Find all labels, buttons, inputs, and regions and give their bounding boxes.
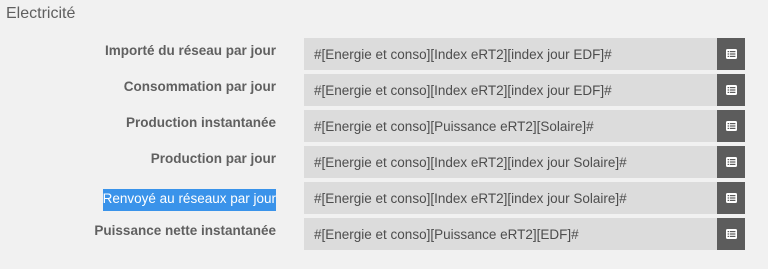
list-icon: [725, 229, 737, 239]
command-field[interactable]: [304, 218, 717, 250]
command-input[interactable]: [304, 110, 717, 142]
list-icon: [725, 157, 737, 167]
form-row-instant-production: Production instantanée: [0, 108, 768, 142]
list-icon: [725, 85, 737, 95]
list-icon: [725, 121, 737, 131]
form-row-production-per-day: Production par jour: [0, 144, 768, 178]
form-rows: Importé du réseau par jour Consommation …: [0, 36, 768, 252]
field-label: Production instantanée: [125, 115, 276, 130]
command-field[interactable]: [304, 110, 717, 142]
field-label: Consommation par jour: [123, 79, 276, 94]
command-input[interactable]: [304, 182, 717, 214]
select-command-button[interactable]: [717, 110, 745, 142]
select-command-button[interactable]: [717, 74, 745, 106]
field-label: Puissance nette instantanée: [94, 223, 276, 238]
command-field[interactable]: [304, 182, 717, 214]
select-command-button[interactable]: [717, 182, 745, 214]
command-input[interactable]: [304, 146, 717, 178]
field-label-selected: Renvoyé au réseaux par jour: [102, 189, 276, 211]
select-command-button[interactable]: [717, 146, 745, 178]
command-field[interactable]: [304, 38, 717, 70]
section-title: Electricité: [6, 5, 76, 22]
command-input[interactable]: [304, 38, 717, 70]
electricity-settings-panel: Electricité Importé du réseau par jour #…: [0, 0, 768, 269]
form-row-imported-per-day: Importé du réseau par jour: [0, 36, 768, 70]
command-input[interactable]: [304, 218, 717, 250]
list-icon: [725, 193, 737, 203]
select-command-button[interactable]: [717, 218, 745, 250]
form-row-net-instant-power: Puissance nette instantanée: [0, 216, 768, 250]
select-command-button[interactable]: [717, 38, 745, 70]
form-row-consumption-per-day: Consommation par jour: [0, 72, 768, 106]
command-field[interactable]: [304, 146, 717, 178]
command-field[interactable]: [304, 74, 717, 106]
field-label: Importé du réseau par jour: [104, 43, 276, 58]
command-input[interactable]: [304, 74, 717, 106]
list-icon: [725, 49, 737, 59]
field-label: Production par jour: [150, 151, 276, 166]
form-row-returned-to-grid-per-day: Renvoyé au réseaux par jour: [0, 180, 768, 214]
